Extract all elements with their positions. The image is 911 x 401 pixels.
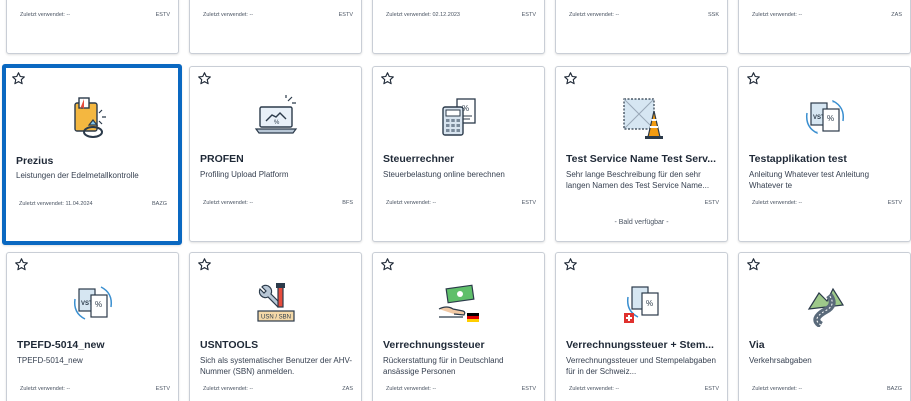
road-icon [801, 279, 849, 327]
favorite-star-icon[interactable] [380, 71, 395, 86]
agency-label: ESTV [704, 386, 719, 392]
favorite-star-icon[interactable] [746, 71, 761, 86]
card-footer: Zuletzt verwendet: -- ESTV [752, 200, 902, 206]
construction-cone-icon [618, 93, 666, 141]
service-card[interactable]: Zuletzt verwendet: -- ESTV [189, 0, 362, 54]
coming-soon-label: - Bald verfügbar - [614, 219, 669, 226]
card-description: Steuerbelastung online berechnen [383, 170, 505, 179]
service-card-via[interactable]: Via Verkehrsabgaben Zuletzt verwendet: -… [738, 252, 911, 401]
service-card-tpefd[interactable]: VST % TPEFD-5014_new TPEFD-5014_new Zule… [6, 252, 179, 401]
card-description: Profiling Upload Platform [200, 170, 289, 179]
service-card-verrechnungssteuer-stempel[interactable]: % Verrechnungssteuer + Stem... Verrechnu… [555, 252, 728, 401]
agency-label: BFS [342, 200, 353, 206]
laptop-handshake-icon: % [252, 93, 300, 141]
svg-text:USN / SBN: USN / SBN [260, 315, 290, 321]
agency-label: SSK [707, 12, 719, 18]
service-card[interactable]: Zuletzt verwendet: -- ESTV [6, 0, 179, 54]
card-footer: Zuletzt verwendet: -- SSK [569, 12, 719, 18]
card-description: Rückerstattung für in Deutschland ansäss… [383, 356, 504, 376]
agency-label: ESTV [155, 12, 170, 18]
favorite-star-icon[interactable] [563, 257, 578, 272]
favorite-star-icon[interactable] [563, 71, 578, 86]
favorite-star-icon[interactable] [380, 257, 395, 272]
card-description: TPEFD-5014_new [17, 356, 83, 365]
agency-label: ESTV [521, 386, 536, 392]
service-card-test-service[interactable]: Test Service Name Test Serv... Sehr lang… [555, 66, 728, 242]
card-footer: Zuletzt verwendet: 02.12.2023 ESTV [386, 12, 536, 18]
card-footer: Zuletzt verwendet: -- ESTV [20, 386, 170, 392]
card-title: Via [749, 339, 765, 351]
card-description: Leistungen der Edelmetallkontrolle [16, 171, 139, 180]
agency-label: ZAS [891, 12, 902, 18]
vat-document-icon: VST % [801, 93, 849, 141]
service-card-prezius[interactable]: Prezius Leistungen der Edelmetallkontrol… [2, 64, 182, 245]
card-title: Prezius [16, 155, 54, 167]
card-title: Steuerrechner [383, 153, 455, 165]
card-footer: Zuletzt verwendet: -- ZAS [752, 12, 902, 18]
card-footer: Zuletzt verwendet: -- ESTV [386, 200, 536, 206]
service-card-testapplikation[interactable]: VST % Testapplikation test Anleitung Wha… [738, 66, 911, 242]
svg-text:%: % [274, 120, 280, 126]
card-footer: ESTV [569, 200, 719, 206]
agency-label: ESTV [338, 12, 353, 18]
svg-text:%: % [95, 300, 102, 309]
agency-label: BAZG [152, 201, 167, 207]
money-refund-de-icon [435, 279, 483, 327]
agency-label: ESTV [521, 200, 536, 206]
svg-text:%: % [827, 114, 834, 123]
card-description: Anleitung Whatever test Anleitung Whatev… [749, 170, 870, 190]
agency-label: ESTV [704, 200, 719, 206]
service-card-steuerrechner[interactable]: % Steuerrechner Steuerbelastung online b… [372, 66, 545, 242]
card-footer: Zuletzt verwendet: -- ESTV [203, 12, 353, 18]
card-footer: Zuletzt verwendet: -- ZAS [203, 386, 353, 392]
card-footer: Zuletzt verwendet: -- BAZG [752, 386, 902, 392]
service-card[interactable]: Zuletzt verwendet: -- ZAS [738, 0, 911, 54]
card-description: Verkehrsabgaben [749, 356, 812, 365]
tax-ch-icon: % [618, 279, 666, 327]
tools-icon: USN / SBN [252, 279, 300, 327]
card-title: TPEFD-5014_new [17, 339, 105, 351]
agency-label: ESTV [521, 12, 536, 18]
favorite-star-icon[interactable] [197, 257, 212, 272]
calculator-icon: % [435, 93, 483, 141]
card-footer: Zuletzt verwendet: -- ESTV [569, 386, 719, 392]
favorite-star-icon[interactable] [746, 257, 761, 272]
card-description: Sehr lange Beschreibung für den sehr lan… [566, 170, 710, 190]
vat-document-icon: VST % [69, 279, 117, 327]
card-title: Testapplikation test [749, 153, 847, 165]
card-footer: Zuletzt verwendet: -- ESTV [20, 12, 170, 18]
precious-metal-icon [65, 95, 113, 143]
card-footer: Zuletzt verwendet: -- ESTV [386, 386, 536, 392]
card-footer: Zuletzt verwendet: 11.04.2024 BAZG [19, 201, 167, 207]
service-card-profen[interactable]: % PROFEN Profiling Upload Platform Zulet… [189, 66, 362, 242]
card-description: Verrechnungssteuer und Stempelabgaben fü… [566, 356, 716, 376]
svg-text:%: % [646, 299, 653, 308]
service-card[interactable]: Zuletzt verwendet: 02.12.2023 ESTV [372, 0, 545, 54]
agency-label: ZAS [342, 386, 353, 392]
service-card[interactable]: Zuletzt verwendet: -- SSK [555, 0, 728, 54]
card-footer: Zuletzt verwendet: -- BFS [203, 200, 353, 206]
favorite-star-icon[interactable] [197, 71, 212, 86]
agency-label: ESTV [887, 200, 902, 206]
card-title: Verrechnungssteuer + Stem... [566, 339, 714, 351]
service-card-usntools[interactable]: USN / SBN USNTOOLS Sich als systematisch… [189, 252, 362, 401]
agency-label: ESTV [155, 386, 170, 392]
card-title: USNTOOLS [200, 339, 259, 351]
card-title: Verrechnungssteuer [383, 339, 485, 351]
favorite-star-icon[interactable] [11, 71, 26, 86]
agency-label: BAZG [887, 386, 902, 392]
card-title: Test Service Name Test Serv... [566, 153, 716, 165]
card-description: Sich als systematischer Benutzer der AHV… [200, 356, 353, 376]
service-card-verrechnungssteuer[interactable]: Verrechnungssteuer Rückerstattung für in… [372, 252, 545, 401]
card-title: PROFEN [200, 153, 244, 165]
favorite-star-icon[interactable] [14, 257, 29, 272]
